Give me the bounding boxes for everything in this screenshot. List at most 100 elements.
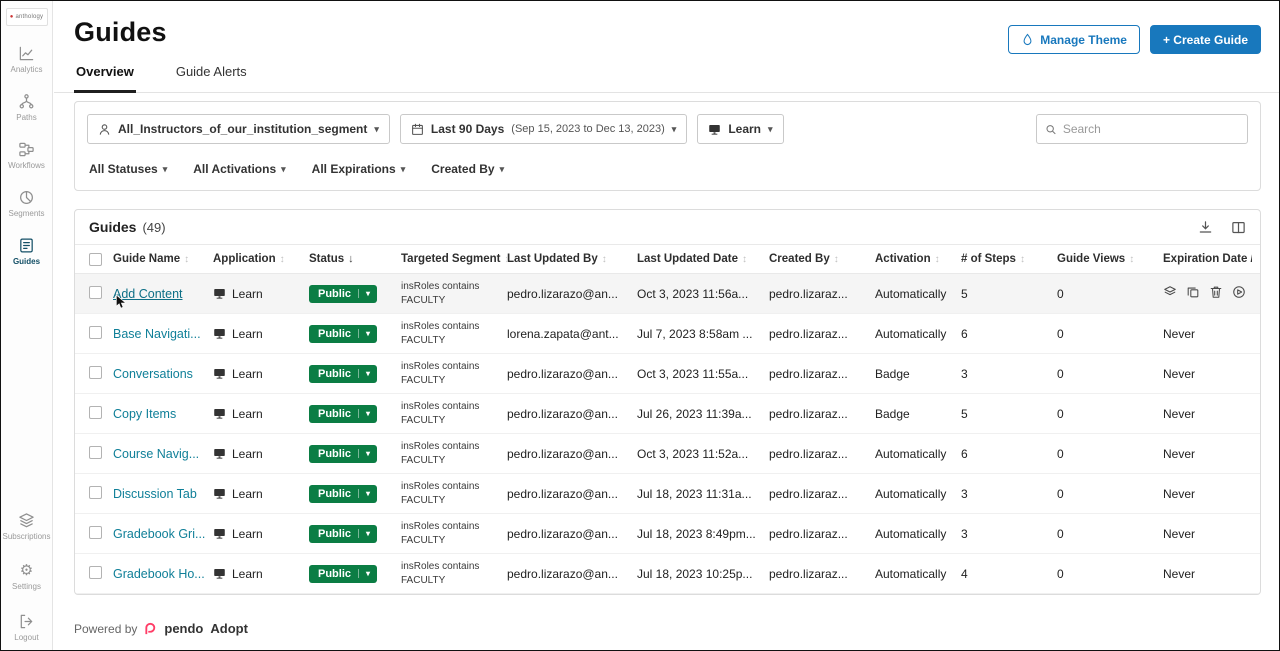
guide-name-link[interactable]: Base Navigati... <box>113 327 201 341</box>
col-status[interactable]: Status↓ <box>309 253 401 265</box>
workflows-icon <box>18 141 35 158</box>
status-dropdown[interactable]: Public▾ <box>309 525 377 543</box>
activation-filter-label: All Activations <box>193 162 276 176</box>
application-filter-dropdown[interactable]: Learn ▾ <box>697 114 783 144</box>
status-label: Public <box>318 488 351 500</box>
monitor-icon <box>213 527 226 540</box>
guide-views-count: 0 <box>1057 527 1163 541</box>
sidebar-item-settings[interactable]: ⚙ Settings <box>1 563 52 591</box>
expiration-filter-dropdown[interactable]: All Expirations▾ <box>312 162 406 176</box>
activation-type: Automatically <box>875 527 961 541</box>
last-updated-by: pedro.lizarazo@an... <box>507 567 637 581</box>
sidebar-item-segments[interactable]: Segments <box>1 189 52 218</box>
monitor-icon <box>213 367 226 380</box>
last-updated-date: Jul 26, 2023 11:39a... <box>637 407 769 421</box>
chevron-down-icon: ▾ <box>358 369 370 378</box>
row-checkbox[interactable] <box>89 366 102 379</box>
table-row: Conversations Learn Public▾ insRoles con… <box>75 354 1260 394</box>
segment-filter-dropdown[interactable]: All_Instructors_of_our_institution_segme… <box>87 114 390 144</box>
guide-views-count: 0 <box>1057 407 1163 421</box>
calendar-icon <box>411 123 424 136</box>
chevron-down-icon: ▾ <box>358 449 370 458</box>
col-expiration[interactable]: Expiration Date / T... <box>1163 253 1252 265</box>
sidebar-item-analytics[interactable]: Analytics <box>1 45 52 74</box>
guide-name-link[interactable]: Discussion Tab <box>113 487 197 501</box>
status-filter-dropdown[interactable]: All Statuses▾ <box>89 162 167 176</box>
sidebar-item-label: Workflows <box>8 161 45 170</box>
footer: Powered by pendo Adopt <box>74 621 248 636</box>
created-by: pedro.lizaraz... <box>769 327 875 341</box>
guide-name-link[interactable]: Conversations <box>113 367 193 381</box>
segment-rule: insRoles contains <box>401 560 499 574</box>
col-steps[interactable]: # of Steps↕ <box>961 253 1057 265</box>
sidebar-item-label: Settings <box>12 582 41 591</box>
trash-icon[interactable] <box>1209 285 1223 299</box>
status-dropdown[interactable]: Public▾ <box>309 445 377 463</box>
col-last-updated-date[interactable]: Last Updated Date↕ <box>637 253 769 265</box>
chevron-down-icon: ▾ <box>500 165 505 174</box>
sidebar-item-guides[interactable]: Guides <box>1 237 52 266</box>
copy-icon[interactable] <box>1186 285 1200 299</box>
status-filter-label: All Statuses <box>89 162 158 176</box>
table-row: Course Navig... Learn Public▾ insRoles c… <box>75 434 1260 474</box>
create-guide-button[interactable]: + Create Guide <box>1150 25 1261 54</box>
activation-type: Automatically <box>875 447 961 461</box>
columns-icon[interactable] <box>1231 220 1246 235</box>
status-dropdown[interactable]: Public ▾ <box>309 365 377 383</box>
row-checkbox[interactable] <box>89 326 102 339</box>
date-range-dropdown[interactable]: Last 90 Days (Sep 15, 2023 to Dec 13, 20… <box>400 114 687 144</box>
status-label: Public <box>318 368 351 380</box>
segment-value: FACULTY <box>401 494 499 508</box>
layers-icon[interactable] <box>1163 285 1177 299</box>
anthology-logo: ● anthology <box>6 8 48 26</box>
chevron-down-icon: ▾ <box>672 125 677 134</box>
tab-overview[interactable]: Overview <box>74 64 136 93</box>
manage-theme-label: Manage Theme <box>1040 33 1127 47</box>
status-dropdown[interactable]: Public▾ <box>309 405 377 423</box>
last-updated-date: Oct 3, 2023 11:52a... <box>637 447 769 461</box>
sidebar-item-paths[interactable]: Paths <box>1 93 52 122</box>
status-dropdown[interactable]: Public▾ <box>309 565 377 583</box>
sidebar-item-logout[interactable]: Logout <box>1 613 52 642</box>
select-all-checkbox[interactable] <box>89 253 102 266</box>
row-checkbox[interactable] <box>89 446 102 459</box>
play-icon[interactable] <box>1232 285 1246 299</box>
row-checkbox[interactable] <box>89 286 102 299</box>
chevron-down-icon: ▾ <box>401 165 406 174</box>
col-guide-name[interactable]: Guide Name↕ <box>113 253 213 265</box>
created-by: pedro.lizaraz... <box>769 527 875 541</box>
col-guide-views[interactable]: Guide Views↕ <box>1057 253 1163 265</box>
created-by-filter-dropdown[interactable]: Created By▾ <box>431 162 504 176</box>
col-application[interactable]: Application↕ <box>213 253 309 265</box>
expiration-text: Never <box>1163 367 1195 381</box>
tab-guide-alerts[interactable]: Guide Alerts <box>174 64 249 92</box>
guide-name-link[interactable]: Gradebook Ho... <box>113 567 205 581</box>
download-icon[interactable] <box>1198 220 1213 235</box>
row-checkbox[interactable] <box>89 406 102 419</box>
guide-name-link[interactable]: Copy Items <box>113 407 176 421</box>
col-activation[interactable]: Activation↕ <box>875 253 961 265</box>
search-input[interactable] <box>1063 122 1239 136</box>
status-dropdown[interactable]: Public▾ <box>309 485 377 503</box>
sidebar-item-subscriptions[interactable]: Subscriptions <box>1 512 52 541</box>
row-checkbox[interactable] <box>89 526 102 539</box>
chevron-down-icon: ▾ <box>358 289 370 298</box>
table-row: Add Content Learn Public▾ insRoles conta… <box>75 274 1260 314</box>
col-targeted-segment[interactable]: Targeted Segment↕ <box>401 253 507 265</box>
col-created-by[interactable]: Created By↕ <box>769 253 875 265</box>
row-checkbox[interactable] <box>89 486 102 499</box>
status-label: Public <box>318 328 351 340</box>
steps-count: 3 <box>961 527 1057 541</box>
row-checkbox[interactable] <box>89 566 102 579</box>
activation-type: Automatically <box>875 287 961 301</box>
col-last-updated-by[interactable]: Last Updated By↕ <box>507 253 637 265</box>
activation-filter-dropdown[interactable]: All Activations▾ <box>193 162 285 176</box>
manage-theme-button[interactable]: Manage Theme <box>1008 25 1140 54</box>
monitor-icon <box>213 567 226 580</box>
guide-name-link[interactable]: Course Navig... <box>113 447 199 461</box>
guide-name-link[interactable]: Gradebook Gri... <box>113 527 205 541</box>
sidebar-item-workflows[interactable]: Workflows <box>1 141 52 170</box>
table-row: Discussion Tab Learn Public▾ insRoles co… <box>75 474 1260 514</box>
status-dropdown[interactable]: Public▾ <box>309 325 377 343</box>
status-dropdown[interactable]: Public▾ <box>309 285 377 303</box>
